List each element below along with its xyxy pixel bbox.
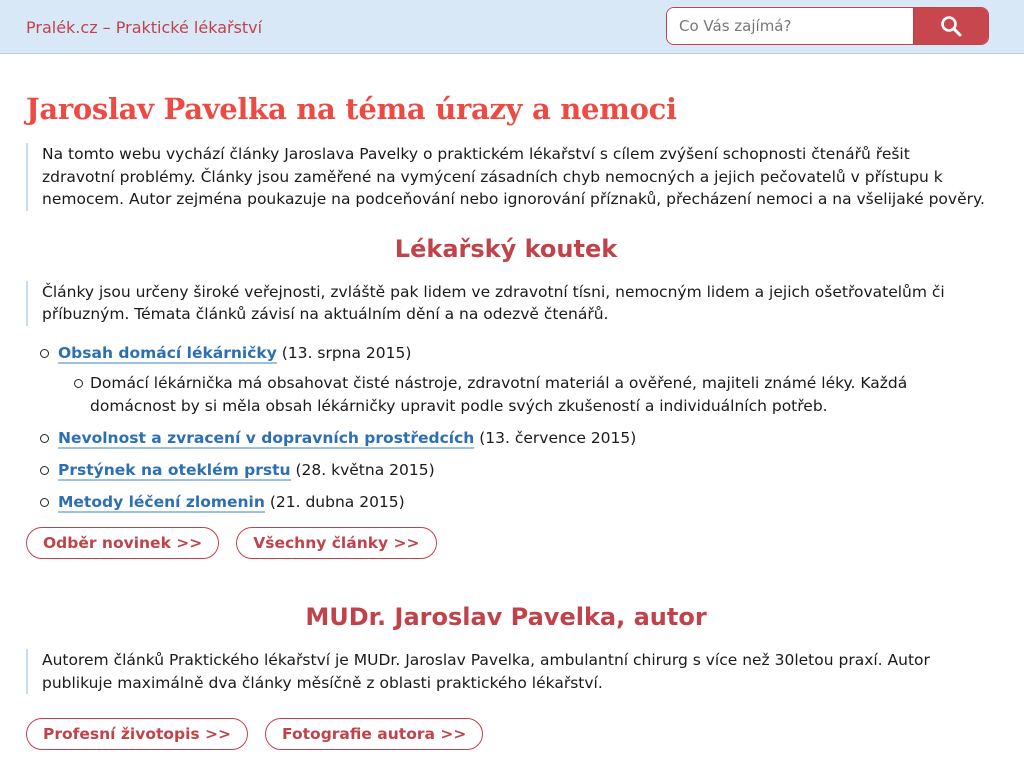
- author-buttons: Profesní životopis >> Fotografie autora …: [26, 718, 986, 750]
- intro-text: Na tomto webu vychází články Jaroslava P…: [26, 143, 986, 211]
- article-date: (13. července 2015): [479, 428, 637, 447]
- article-date: (28. května 2015): [295, 460, 435, 479]
- list-item: Metody léčení zlomenin (21. dubna 2015): [40, 491, 986, 514]
- author-photos-button[interactable]: Fotografie autora >>: [265, 718, 484, 750]
- list-item: Obsah domácí lékárničky (13. srpna 2015)…: [40, 342, 986, 418]
- article-summary: Domácí lékárnička má obsahovat čisté nás…: [74, 372, 986, 417]
- section-heading-author: MUDr. Jaroslav Pavelka, autor: [305, 603, 707, 631]
- article-summary-list: Domácí lékárnička má obsahovat čisté nás…: [58, 372, 986, 417]
- article-link[interactable]: Metody léčení zlomenin: [58, 492, 265, 513]
- author-text: Autorem článků Praktického lékařství je …: [26, 649, 986, 694]
- list-item: Prstýnek na oteklém prstu (28. května 20…: [40, 459, 986, 482]
- newsletter-button[interactable]: Odběr novinek >>: [26, 527, 220, 559]
- article-link[interactable]: Prstýnek na oteklém prstu: [58, 460, 291, 481]
- article-link[interactable]: Nevolnost a zvracení v dopravních prostř…: [58, 428, 475, 449]
- corner-text: Články jsou určeny široké veřejnosti, zv…: [26, 280, 986, 326]
- article-date: (21. dubna 2015): [269, 492, 405, 511]
- corner-buttons: Odběr novinek >> Všechny články >>: [26, 527, 986, 559]
- site-header: Pralék.cz – Praktické lékařství: [0, 0, 1024, 54]
- main-content: Jaroslav Pavelka na téma úrazy a nemoci …: [26, 54, 986, 750]
- list-item: Nevolnost a zvracení v dopravních prostř…: [40, 427, 986, 450]
- search-button[interactable]: [913, 8, 988, 44]
- article-link[interactable]: Obsah domácí lékárničky: [58, 343, 277, 364]
- site-home-link[interactable]: Pralék.cz – Praktické lékařství: [26, 18, 262, 37]
- article-list: Obsah domácí lékárničky (13. srpna 2015)…: [26, 342, 986, 514]
- cv-button[interactable]: Profesní životopis >>: [26, 718, 249, 750]
- search-form: [666, 7, 989, 45]
- page-title: Jaroslav Pavelka na téma úrazy a nemoci: [26, 92, 677, 126]
- article-date: (13. srpna 2015): [281, 343, 412, 362]
- section-heading-corner: Lékařský koutek: [394, 234, 618, 263]
- search-icon: [941, 16, 962, 37]
- search-input[interactable]: [667, 8, 913, 44]
- all-articles-button[interactable]: Všechny články >>: [236, 527, 437, 559]
